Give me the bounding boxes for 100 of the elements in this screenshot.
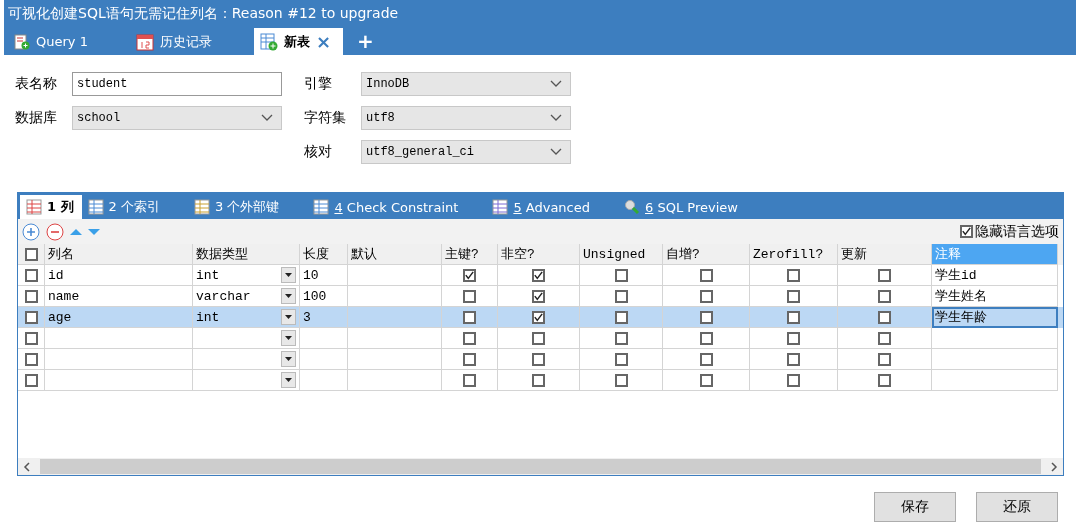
table-cell: int <box>196 309 220 325</box>
checkbox[interactable] <box>787 352 800 366</box>
chevron-down-icon <box>550 114 562 122</box>
checkbox[interactable] <box>787 373 800 387</box>
checkbox[interactable] <box>787 289 800 303</box>
checkbox[interactable] <box>532 310 545 324</box>
new-tab-button[interactable]: + <box>349 29 382 53</box>
document-add-icon <box>14 33 30 50</box>
checkbox[interactable] <box>787 310 800 324</box>
checkbox[interactable] <box>878 289 891 303</box>
field-label: 字符集 <box>304 109 347 127</box>
table-cell: 10 <box>303 267 319 283</box>
tab[interactable]: 4 Check Constraint <box>307 195 467 219</box>
table-cell: 100 <box>303 288 327 304</box>
checkbox[interactable] <box>878 331 891 345</box>
checkbox[interactable] <box>699 310 713 324</box>
caret-icon[interactable] <box>281 351 296 367</box>
move-up-icon[interactable] <box>70 227 82 236</box>
checkbox[interactable] <box>532 352 545 366</box>
checkbox[interactable] <box>787 331 800 345</box>
checkbox[interactable] <box>614 331 628 345</box>
checkbox[interactable] <box>463 310 476 324</box>
checkbox[interactable] <box>24 310 38 324</box>
dropdown[interactable]: utf8 <box>361 106 571 130</box>
checkbox[interactable] <box>24 352 38 366</box>
tab[interactable]: 历史记录 <box>129 28 224 55</box>
revert-button[interactable]: 还原 <box>976 492 1058 522</box>
checkbox[interactable] <box>878 352 891 366</box>
tab[interactable]: 1 列 <box>20 195 82 219</box>
tab[interactable]: 新表 × <box>253 28 343 55</box>
checkbox[interactable] <box>960 225 973 238</box>
dropdown[interactable]: InnoDB <box>361 72 571 96</box>
caret-icon[interactable] <box>281 330 296 346</box>
table-add-icon <box>259 32 278 51</box>
table-cell: name <box>48 288 80 304</box>
checkbox[interactable] <box>699 268 713 282</box>
checkbox[interactable] <box>463 289 476 303</box>
checkbox[interactable] <box>878 268 891 282</box>
checkbox[interactable] <box>24 289 38 303</box>
scroll-right-icon[interactable] <box>1049 461 1059 472</box>
remove-icon[interactable] <box>46 222 64 241</box>
checkbox[interactable] <box>532 331 545 345</box>
scroll-left-icon[interactable] <box>22 461 32 472</box>
column-grid-icon <box>26 199 42 215</box>
checkbox[interactable] <box>24 268 38 282</box>
checkbox[interactable] <box>699 331 713 345</box>
checkbox[interactable] <box>614 268 628 282</box>
chevron-down-icon <box>550 148 562 156</box>
checkbox[interactable] <box>532 289 545 303</box>
checkbox-label: 隐藏语言选项 <box>975 222 1059 241</box>
checkbox[interactable] <box>614 373 628 387</box>
table-cell-text: 学生id <box>935 267 977 284</box>
tab[interactable]: 5 Advanced <box>486 195 598 219</box>
checkbox[interactable] <box>532 268 545 282</box>
field-label: 引擎 <box>304 75 333 93</box>
checkbox[interactable] <box>24 373 38 387</box>
field-label: 数据库 <box>15 109 58 127</box>
checkbox[interactable] <box>24 331 38 345</box>
table-row[interactable]: age int 3 学生年龄 <box>18 307 1063 328</box>
move-down-icon[interactable] <box>88 227 100 236</box>
chevron-down-icon <box>550 80 562 88</box>
table-cell: int <box>196 267 220 283</box>
checkbox[interactable] <box>878 310 891 324</box>
caret-icon[interactable] <box>281 309 296 325</box>
checkbox[interactable] <box>699 289 713 303</box>
table-cell: varchar <box>196 288 251 304</box>
checkbox[interactable] <box>463 352 476 366</box>
tab[interactable]: 2 个索引 <box>81 195 168 219</box>
checkbox[interactable] <box>24 247 38 261</box>
add-icon[interactable] <box>22 222 40 241</box>
checkbox[interactable] <box>699 373 713 387</box>
table-cell: id <box>48 267 64 283</box>
checkbox[interactable] <box>699 352 713 366</box>
checkbox[interactable] <box>532 373 545 387</box>
checkbox[interactable] <box>787 268 800 282</box>
dropdown[interactable]: utf8_general_ci <box>361 140 571 164</box>
chevron-down-icon <box>261 114 273 122</box>
table-cell: 3 <box>303 309 311 325</box>
tab[interactable]: 6 SQL Preview <box>618 195 746 219</box>
input-field[interactable]: student <box>72 72 282 96</box>
checkbox[interactable] <box>614 310 628 324</box>
caret-icon[interactable] <box>281 267 296 283</box>
tab[interactable]: 3 个外部键 <box>188 195 288 219</box>
index-grid-icon <box>87 199 104 215</box>
save-button[interactable]: 保存 <box>874 492 956 522</box>
horizontal-scrollbar[interactable] <box>18 458 1063 475</box>
field-label: 核对 <box>304 143 333 161</box>
caret-icon[interactable] <box>281 372 296 388</box>
checkbox[interactable] <box>463 331 476 345</box>
caret-icon[interactable] <box>281 288 296 304</box>
calendar-icon <box>135 32 154 51</box>
checkbox[interactable] <box>463 268 476 282</box>
close-icon[interactable]: × <box>315 31 331 52</box>
checkbox[interactable] <box>878 373 891 387</box>
checkbox[interactable] <box>614 352 628 366</box>
tab[interactable]: Query 1 <box>8 28 100 55</box>
checkbox[interactable] <box>614 289 628 303</box>
checkbox[interactable] <box>463 373 476 387</box>
dropdown[interactable]: school <box>72 106 282 130</box>
table-cell: age <box>48 309 72 325</box>
